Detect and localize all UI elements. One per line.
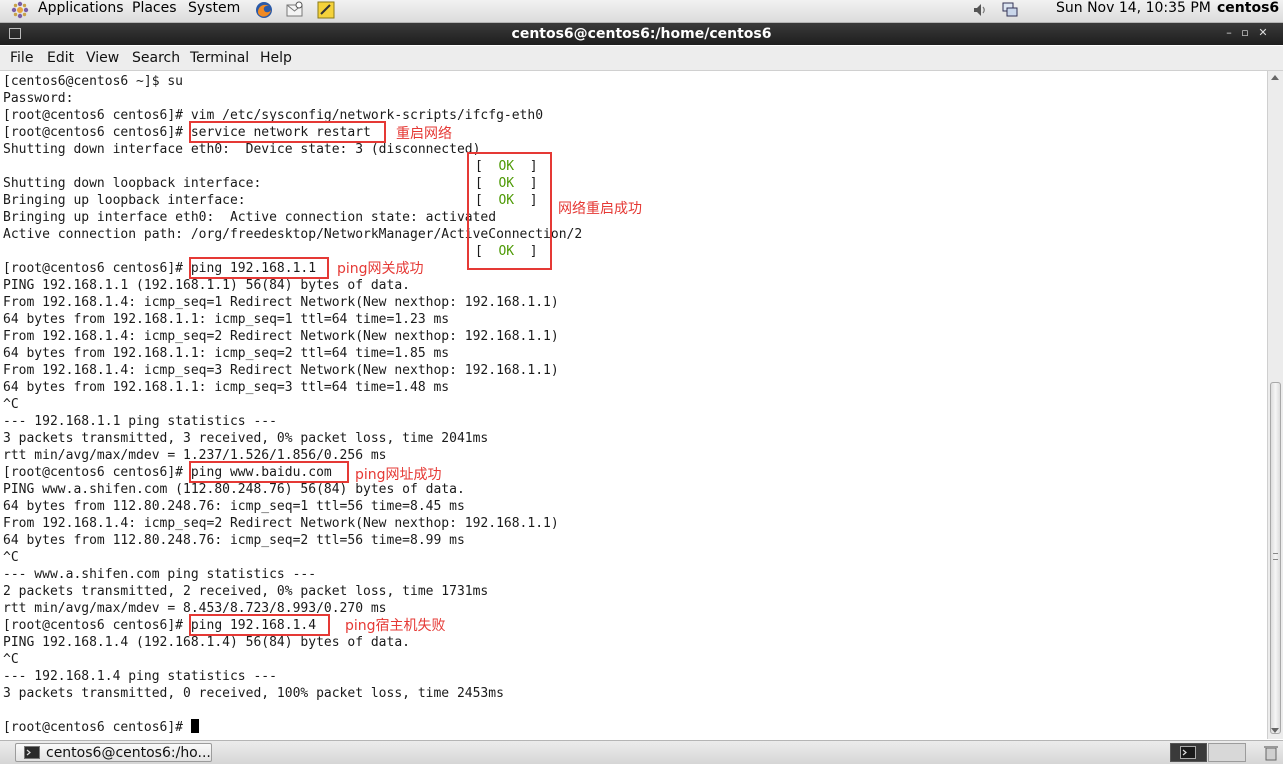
maximize-button[interactable]: ▫ [1238,26,1252,40]
terminal-line: From 192.168.1.4: icmp_seq=1 Redirect Ne… [3,295,559,310]
terminal-line: PING 192.168.1.4 (192.168.1.4) 56(84) by… [3,635,410,650]
menu-places[interactable]: Places [132,0,177,22]
menu-search[interactable]: Search [132,50,180,66]
annotation-box-ping-host [189,614,330,636]
terminal-line: Bringing up loopback interface: [3,193,246,208]
terminal-line: 64 bytes from 192.168.1.1: icmp_seq=3 tt… [3,380,450,395]
scroll-grip-icon [1273,553,1278,560]
terminal-output[interactable]: [centos6@centos6 ~]$ su Password: [root@ce… [0,71,1267,739]
workspace-1[interactable] [1170,743,1207,762]
clock[interactable]: Sun Nov 14, 10:35 PM [1056,0,1211,22]
terminal-line: --- www.a.shifen.com ping statistics --- [3,567,317,582]
window-title: centos6@centos6:/home/centos6 [511,26,772,42]
terminal-line: From 192.168.1.4: icmp_seq=2 Redirect Ne… [3,516,559,531]
terminal-line: 3 packets transmitted, 0 received, 100% … [3,686,504,701]
terminal-line: 64 bytes from 192.168.1.1: icmp_seq=1 tt… [3,312,450,327]
terminal-line: From 192.168.1.4: icmp_seq=2 Redirect Ne… [3,329,559,344]
taskbar-task-label: centos6@centos6:/ho... [46,745,211,761]
terminal-cursor [190,719,199,733]
annotation-box-ping-gateway [189,257,329,279]
terminal-line: ^C [3,550,19,565]
menu-view[interactable]: View [86,50,119,66]
terminal-line: Bringing up interface eth0: Active conne… [3,210,497,225]
top-panel: Applications Places System Sun Nov 14, 1… [0,0,1283,23]
scroll-down-icon[interactable] [1271,728,1279,733]
annotation-box-restart [189,121,386,143]
firefox-icon[interactable] [255,1,273,19]
close-button[interactable]: ✕ [1256,26,1270,40]
workspace-2[interactable] [1208,743,1246,762]
terminal-line: 64 bytes from 192.168.1.1: icmp_seq=2 tt… [3,346,450,361]
menu-edit[interactable]: Edit [47,50,74,66]
gnome-foot-icon [11,1,29,19]
annotation-restart-success: 网络重启成功 [558,201,642,217]
user-menu[interactable]: centos6 [1217,0,1279,22]
minimize-button[interactable]: – [1222,26,1236,40]
terminal-line: From 192.168.1.4: icmp_seq=3 Redirect Ne… [3,363,559,378]
annotation-restart: 重启网络 [396,126,452,142]
annotation-ping-gateway: ping网关成功 [337,261,424,277]
annotation-ping-website: ping网址成功 [355,467,442,483]
scroll-thumb[interactable] [1270,382,1281,734]
annotation-ping-host: ping宿主机失败 [345,618,446,634]
terminal-line: PING 192.168.1.1 (192.168.1.1) 56(84) by… [3,278,410,293]
taskbar-terminal-button[interactable]: centos6@centos6:/ho... [15,743,212,762]
terminal-line: 64 bytes from 112.80.248.76: icmp_seq=1 … [3,499,465,514]
terminal-line: Shutting down loopback interface: [3,176,262,191]
terminal-line: 3 packets transmitted, 3 received, 0% pa… [3,431,489,446]
bottom-panel: centos6@centos6:/ho... [0,740,1283,764]
menu-help[interactable]: Help [260,50,292,66]
terminal-scrollbar[interactable] [1267,71,1283,739]
scroll-up-icon[interactable] [1271,75,1279,80]
note-editor-icon[interactable] [317,1,335,19]
terminal-line: --- 192.168.1.1 ping statistics --- [3,414,277,429]
terminal-line: [centos6@centos6 ~]$ su [3,74,184,89]
mail-icon[interactable] [286,1,304,19]
menu-file[interactable]: File [10,50,33,66]
annotation-box-ok [467,152,552,270]
terminal-line: [root@centos6 centos6]# [3,719,199,736]
menu-system[interactable]: System [188,0,240,22]
terminal-line: Password: [3,91,74,106]
menu-terminal[interactable]: Terminal [190,50,249,66]
network-icon[interactable] [1001,1,1019,19]
window-titlebar[interactable]: centos6@centos6:/home/centos6 – ▫ ✕ [0,23,1283,45]
terminal-line: 64 bytes from 112.80.248.76: icmp_seq=2 … [3,533,465,548]
terminal-line: 2 packets transmitted, 2 received, 0% pa… [3,584,489,599]
terminal-line: --- 192.168.1.4 ping statistics --- [3,669,277,684]
volume-icon[interactable] [972,1,990,19]
trash-icon[interactable] [1262,744,1280,761]
menu-applications[interactable]: Applications [38,0,124,22]
terminal-menubar: File Edit View Search Terminal Help [0,46,1283,71]
terminal-icon [1180,746,1196,759]
annotation-box-ping-website [189,461,349,483]
terminal-line: Shutting down interface eth0: Device sta… [3,142,481,157]
terminal-line: ^C [3,652,19,667]
terminal-icon [24,746,40,759]
terminal-line: ^C [3,397,19,412]
